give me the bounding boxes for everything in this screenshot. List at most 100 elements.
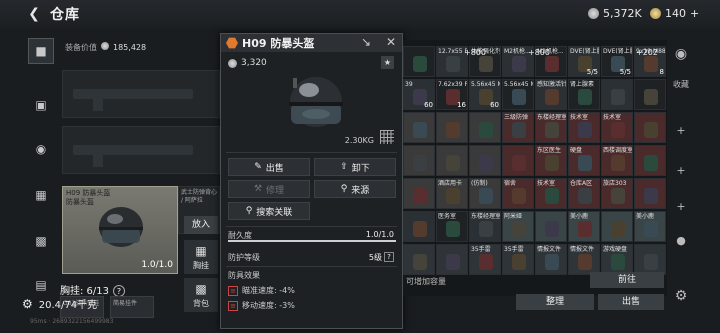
stash-cell[interactable]: 情报文件 — [568, 244, 600, 275]
helmet-slot[interactable]: H09 防暴头盔 防暴头盔 1.0/1.0 — [62, 186, 178, 274]
stash-cell[interactable]: 旅店303 — [601, 178, 633, 209]
stash-cell[interactable] — [403, 244, 435, 275]
item-count: 16 — [457, 101, 466, 109]
stash-cell[interactable] — [469, 112, 501, 143]
stash-cell[interactable] — [436, 112, 468, 143]
backpack-tab-icon[interactable]: ▩ — [29, 230, 53, 252]
item-icon — [479, 254, 493, 270]
helmet-icon[interactable]: ◉ — [670, 46, 692, 62]
plus-icon[interactable]: + — [670, 164, 692, 177]
stash-cell[interactable]: 7.62x39 PS 16 — [436, 79, 468, 110]
stash-cell[interactable]: 5.56x45 M855 60 — [469, 79, 501, 110]
stash-cell[interactable] — [403, 178, 435, 209]
stash-cell[interactable]: 35手雷 — [502, 244, 534, 275]
stash-cell[interactable]: 东楼经理室 — [469, 211, 501, 242]
stash-cell[interactable]: 医务室 — [436, 211, 468, 242]
stash-cell[interactable]: 情报文件 — [535, 244, 567, 275]
unequip-button[interactable]: ⇧ 卸下 — [314, 158, 396, 176]
repair-button[interactable]: ⚒ 修理 — [228, 180, 310, 198]
divider — [226, 152, 397, 153]
sell-button[interactable]: ✎ 出售 — [228, 158, 310, 176]
stash-cell[interactable]: 东楼经理室 — [535, 112, 567, 143]
armor-tab-icon[interactable]: ▣ — [29, 94, 53, 116]
source-button[interactable]: ⚲ 来源 — [314, 180, 396, 198]
stash-cell[interactable]: (仿制) — [469, 178, 501, 209]
stash-cell[interactable] — [535, 211, 567, 242]
lock-icon[interactable]: ● — [670, 234, 692, 247]
stash-cell[interactable]: 美小鹿 — [634, 211, 666, 242]
back-arrow-icon[interactable]: ❮ — [22, 6, 46, 22]
search-icon: ⚲ — [340, 184, 348, 194]
stash-cell[interactable]: 宿舍 — [502, 178, 534, 209]
stash-cell[interactable]: 技术室 — [535, 178, 567, 209]
stash-sell-button[interactable]: 出售 — [598, 294, 664, 310]
backpack-icon: ▩ — [195, 282, 207, 296]
chest-rig-button[interactable]: ▦ 胸挂 — [184, 240, 218, 274]
stash-cell[interactable]: 感知激活针 — [535, 79, 567, 110]
stash-cell[interactable]: DVE(肾上腺素) 5/5 — [568, 46, 600, 77]
stash-cell[interactable] — [634, 145, 666, 176]
stash-cell[interactable]: 5.56x45 M855A1 — [502, 79, 534, 110]
stash-cell[interactable] — [403, 211, 435, 242]
stash-cell[interactable]: 35手雷 — [469, 244, 501, 275]
helmet-thumbnail-icon — [99, 207, 143, 247]
stash-cell[interactable] — [436, 145, 468, 176]
item-label: 肾上腺素 — [570, 81, 595, 88]
stash-cell[interactable]: 阿米娅 — [502, 211, 534, 242]
stash-cell[interactable] — [403, 145, 435, 176]
stash-cell[interactable]: 东区医生 — [535, 145, 567, 176]
case-tab-icon[interactable]: ▤ — [29, 274, 53, 296]
equipment-value: 装备价值 185,428 — [65, 42, 147, 52]
goto-button[interactable]: 前往 — [590, 272, 664, 288]
collapse-icon[interactable]: ↘ — [361, 35, 371, 49]
stash-cell[interactable]: 西楼调度室 — [601, 145, 633, 176]
stash-cell[interactable]: 硬盘 — [568, 145, 600, 176]
vest-tab-icon[interactable]: ▦ — [29, 184, 53, 206]
stash-cell[interactable] — [634, 112, 666, 143]
stash-cell[interactable] — [634, 244, 666, 275]
item-name: H09 防暴头盔 — [242, 37, 315, 50]
stash-cell[interactable]: 技术室 — [601, 112, 633, 143]
stash-cell[interactable] — [469, 145, 501, 176]
item-icon — [512, 221, 526, 237]
stash-cell[interactable]: 技术室 — [568, 112, 600, 143]
organize-button[interactable]: 整理 — [516, 294, 594, 310]
add-gold-button[interactable]: + — [690, 7, 699, 20]
item-icon — [446, 254, 460, 270]
stash-cell[interactable]: 仓库A区 — [568, 178, 600, 209]
stash-cell[interactable]: 美小鹿 — [568, 211, 600, 242]
divider — [226, 266, 397, 267]
weapon-tab-icon[interactable]: ■ — [28, 38, 54, 64]
item-count: 8 — [659, 68, 664, 76]
help-icon[interactable]: ? — [384, 252, 394, 262]
close-icon[interactable]: ✕ — [386, 35, 396, 49]
chest-item[interactable]: 简易挂件 — [110, 296, 154, 318]
secondary-weapon-slot[interactable] — [62, 126, 220, 174]
stash-cell[interactable]: 酒店用卡 — [436, 178, 468, 209]
favorites-label[interactable]: 收藏 — [670, 80, 692, 90]
primary-weapon-slot[interactable] — [62, 70, 220, 118]
stash-cell[interactable] — [634, 79, 666, 110]
stash-cell[interactable] — [634, 178, 666, 209]
plus-icon[interactable]: + — [670, 200, 692, 213]
put-in-button[interactable]: 放入 — [184, 216, 218, 234]
stash-cell[interactable] — [403, 112, 435, 143]
plus-icon[interactable]: + — [670, 124, 692, 137]
stash-cell[interactable]: 游戏硬盘 — [601, 244, 633, 275]
item-icon — [545, 155, 559, 171]
stash-cell[interactable] — [436, 244, 468, 275]
backpack-button[interactable]: ▩ 背包 — [184, 278, 218, 312]
helmet-tab-icon[interactable]: ◉ — [29, 138, 53, 160]
favorite-star-icon[interactable]: ★ — [381, 56, 394, 69]
stash-cell[interactable]: 三级防弹 — [502, 112, 534, 143]
stash-cell[interactable] — [403, 46, 435, 77]
gear-icon[interactable]: ⚙ — [670, 288, 692, 304]
stash-cell[interactable]: 肾上腺素 — [568, 79, 600, 110]
stash-cell[interactable]: 39 60 — [403, 79, 435, 110]
stash-cell[interactable] — [601, 79, 633, 110]
gold-currency[interactable]: 140 + — [650, 7, 699, 20]
stash-cell[interactable] — [601, 211, 633, 242]
stash-cell[interactable] — [502, 145, 534, 176]
stash-cell[interactable]: DVE(肾上腺素) 5/5 — [601, 46, 633, 77]
search-related-button[interactable]: ⚲ 搜索关联 — [228, 202, 310, 220]
